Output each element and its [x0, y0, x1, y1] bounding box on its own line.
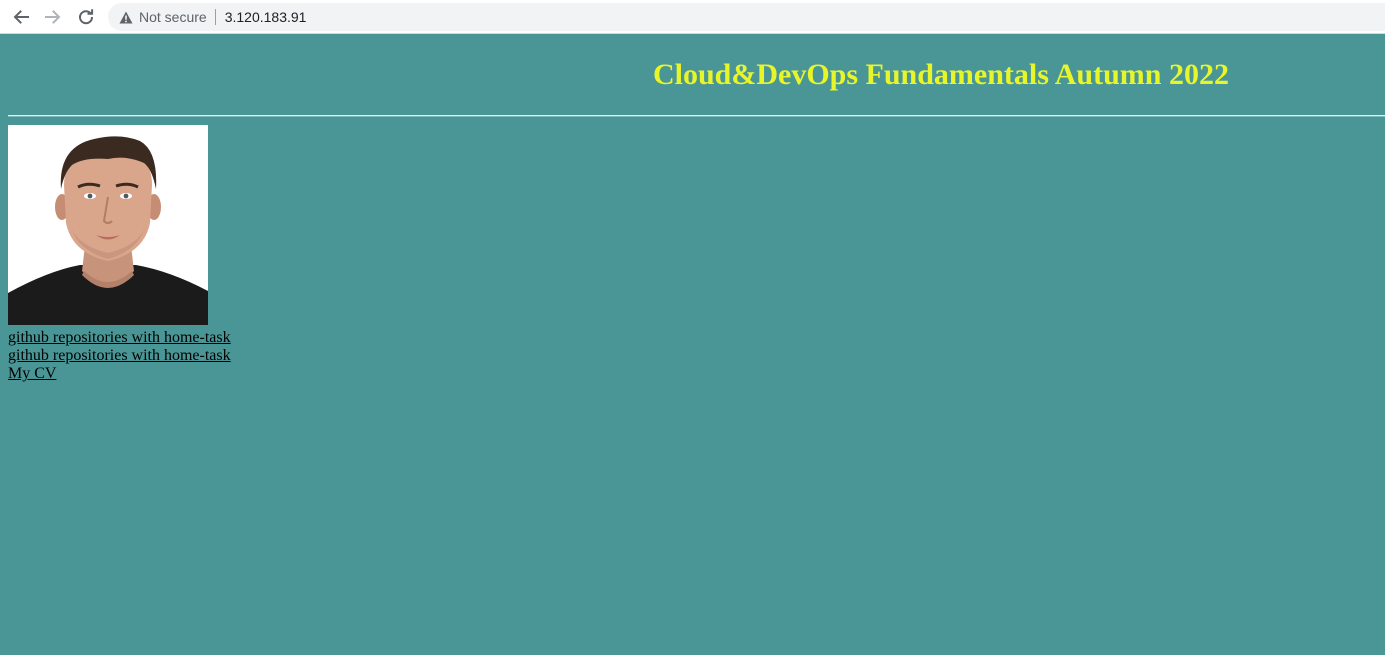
arrow-right-icon — [45, 10, 61, 24]
reload-button[interactable] — [73, 4, 99, 30]
arrow-left-icon — [13, 10, 29, 24]
browser-toolbar: Not secure 3.120.183.91 — [0, 0, 1385, 34]
address-bar[interactable]: Not secure 3.120.183.91 — [108, 3, 1385, 31]
forward-button[interactable] — [40, 4, 66, 30]
url-text[interactable]: 3.120.183.91 — [225, 9, 307, 25]
my-cv-link[interactable]: My CV — [8, 365, 231, 383]
github-repositories-link-2[interactable]: github repositories with home-task — [8, 347, 231, 365]
links-list: github repositories with home-task githu… — [8, 329, 231, 383]
warning-icon[interactable] — [119, 10, 133, 24]
github-repositories-link-1[interactable]: github repositories with home-task — [8, 329, 231, 347]
portrait-image — [8, 125, 208, 325]
profile-photo — [8, 125, 208, 325]
address-divider — [214, 9, 216, 25]
back-button[interactable] — [8, 4, 34, 30]
page-body: Cloud&DevOps Fundamentals Autumn 2022 gi… — [0, 35, 1385, 655]
reload-icon — [79, 9, 94, 25]
title-divider — [8, 115, 1385, 117]
page-title: Cloud&DevOps Fundamentals Autumn 2022 — [653, 58, 1229, 91]
security-status-label[interactable]: Not secure — [139, 9, 207, 25]
